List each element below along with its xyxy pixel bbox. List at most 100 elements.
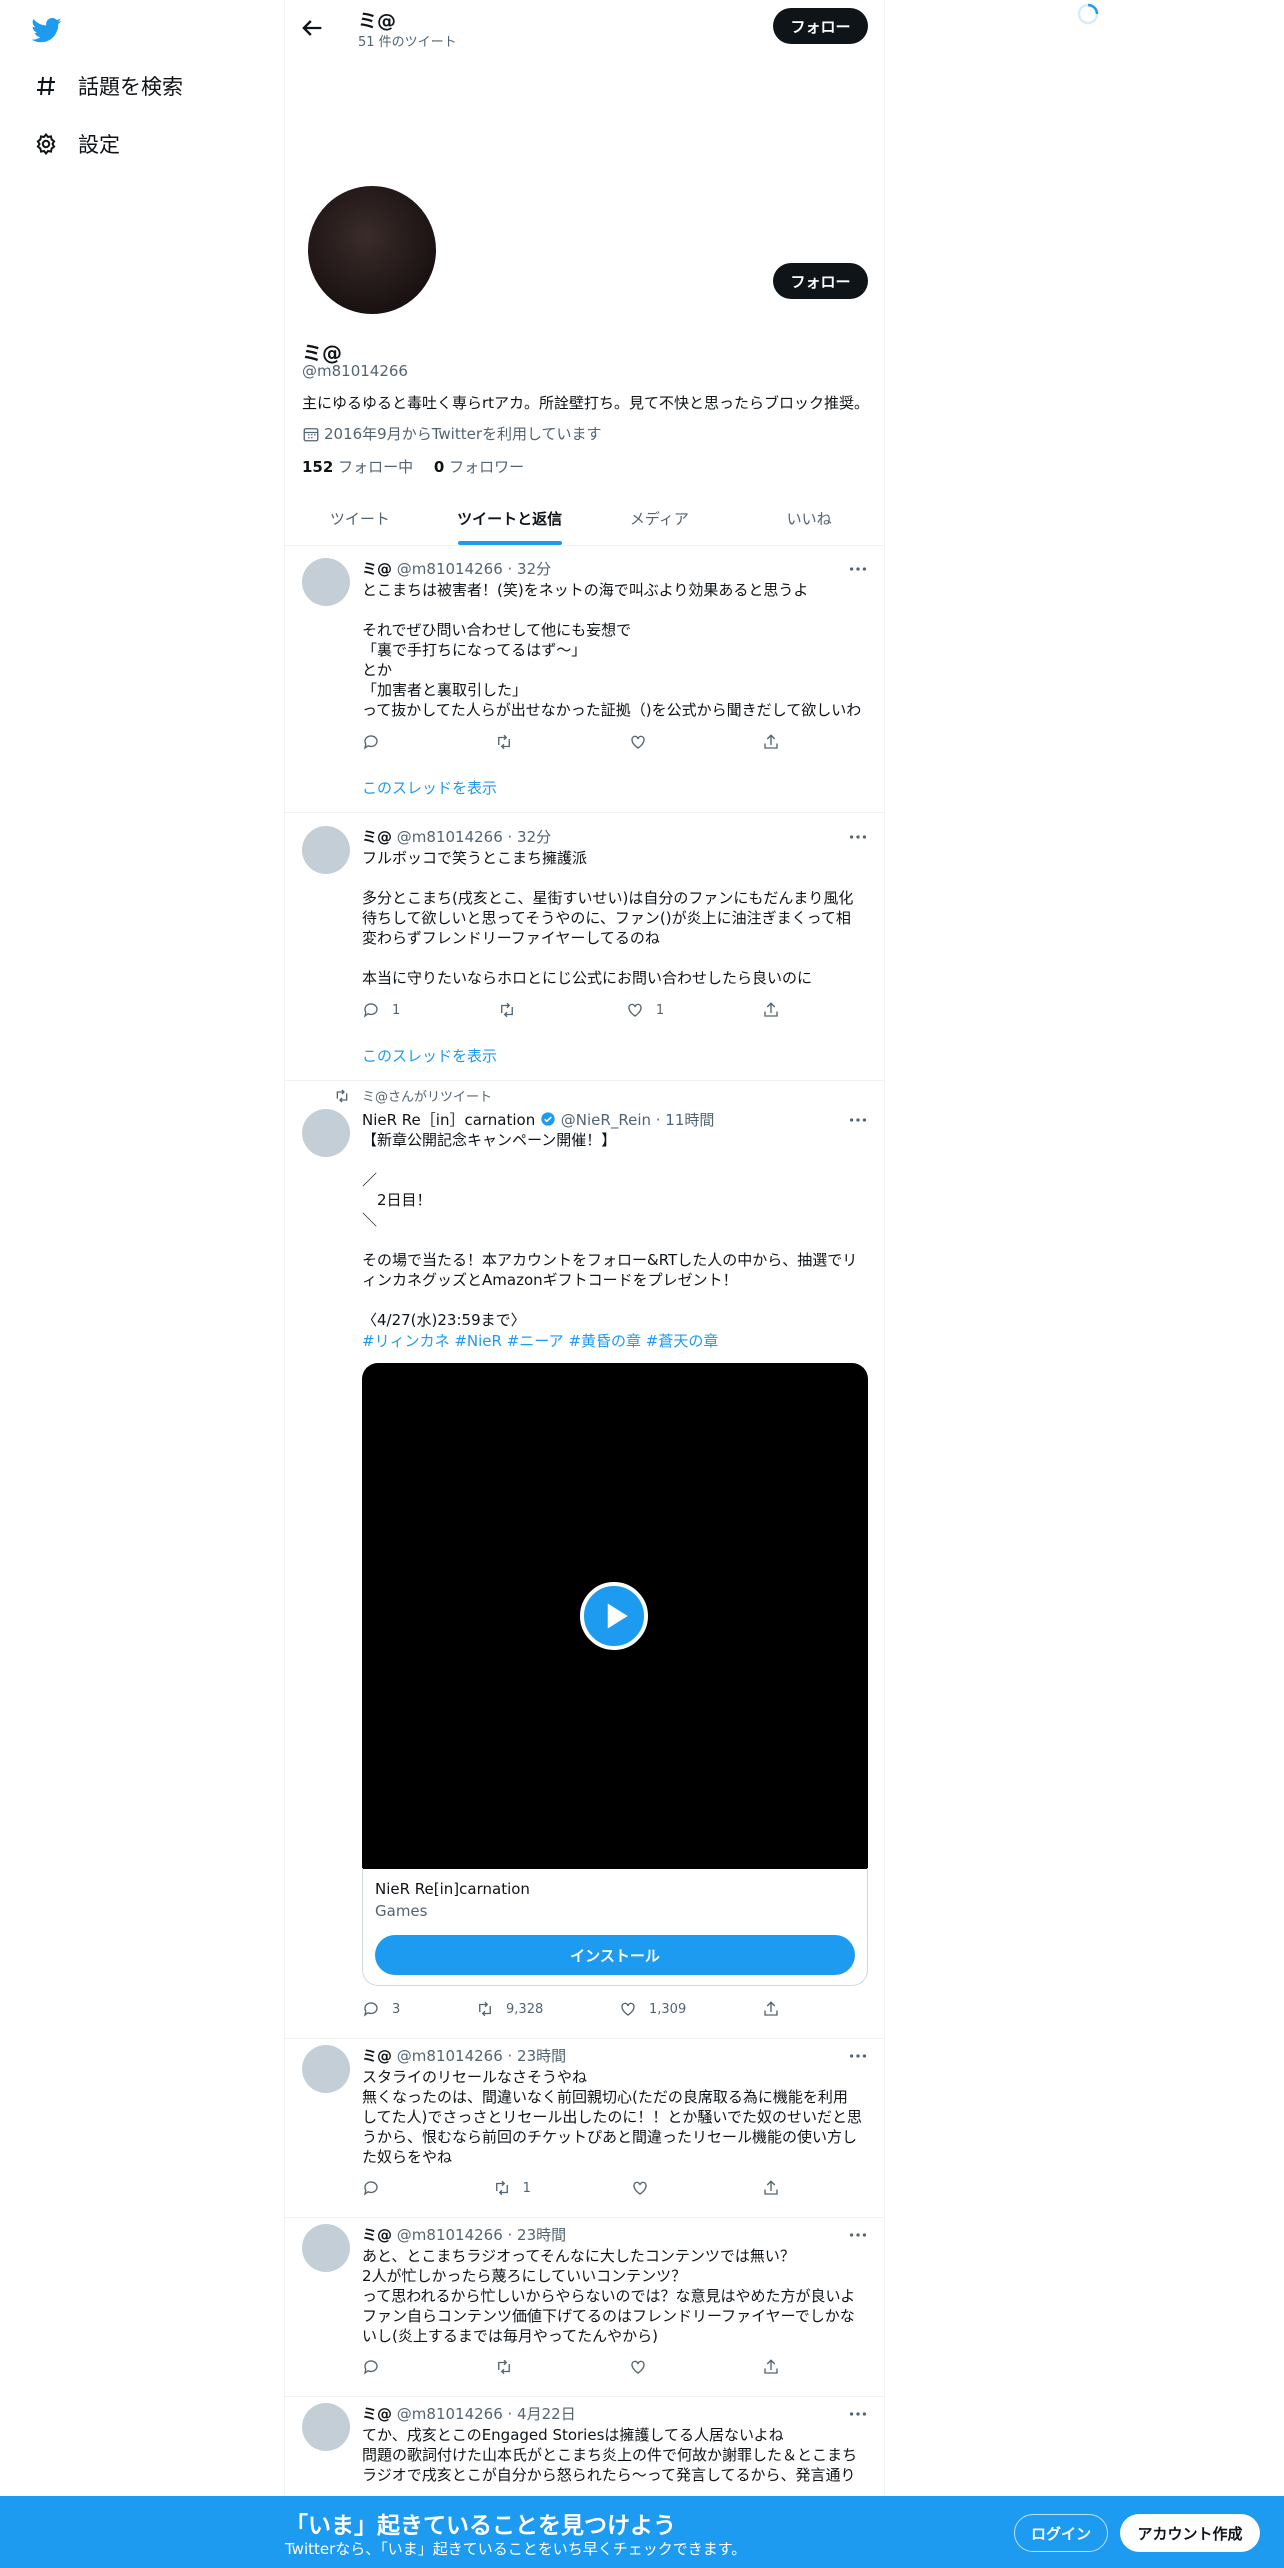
show-thread-link[interactable]: このスレッドを表示 (362, 1045, 497, 1066)
tweet-avatar[interactable] (302, 2403, 350, 2451)
tab-likes[interactable]: いいね (734, 492, 884, 545)
tweet-text: 【新章公開記念キャンペーン開催！】 ／ 2日目！ ＼ その場で当たる！本アカウン… (362, 1131, 858, 1329)
tweet-author[interactable]: ミ@ (362, 2226, 392, 2244)
retweet-icon (498, 734, 511, 750)
tweet-actions: 3 9,328 1,309 (362, 2000, 792, 2018)
retweet-button[interactable]: 1 (493, 2179, 531, 2197)
tweet-text: スタライのリセールなさそうやね 無くなったのは、間違いなく前回親切心(ただの良席… (362, 2068, 862, 2166)
reply-button[interactable]: 3 (362, 2000, 400, 2018)
retweet-icon (498, 2359, 511, 2375)
share-button[interactable] (762, 2179, 792, 2197)
tweet-meta[interactable]: @m81014266 · 32分 (397, 828, 551, 846)
tweet-actions: 1 (362, 2179, 792, 2197)
tweet-author[interactable]: ミ@ (362, 2405, 392, 2423)
followers-link[interactable]: 0 フォロワー (434, 458, 524, 476)
tab-tweets-and-replies[interactable]: ツイートと返信 (435, 492, 585, 545)
profile-tabs: ツイート ツイートと返信 メディア いいね (285, 492, 884, 546)
more-icon[interactable] (847, 2045, 869, 2067)
tweet-author[interactable]: ミ@ (362, 828, 392, 846)
share-button[interactable] (762, 1001, 792, 1019)
play-icon (607, 1603, 628, 1629)
reply-button[interactable]: 1 (362, 1001, 400, 1019)
tweet-avatar[interactable] (302, 558, 350, 606)
tweet-hashtags[interactable]: #リィンカネ #NieR #ニーア #黄昏の章 #蒼天の章 (362, 1330, 718, 1351)
retweet-button[interactable] (495, 733, 525, 751)
tweet-meta[interactable]: @m81014266 · 23時間 (397, 2226, 566, 2244)
verified-badge-icon (541, 1112, 555, 1126)
signup-button[interactable]: アカウント作成 (1120, 2514, 1260, 2552)
nav-explore[interactable]: 話題を検索 (34, 66, 183, 106)
profile-avatar[interactable] (304, 182, 440, 318)
share-button[interactable] (762, 2000, 792, 2018)
tweet-meta[interactable]: @m81014266 · 23時間 (397, 2047, 566, 2065)
retweeted-icon (336, 1089, 348, 1103)
more-icon[interactable] (847, 1109, 869, 1131)
reply-button[interactable] (362, 2179, 392, 2197)
retweet-icon (495, 2180, 508, 2196)
play-button[interactable] (580, 1582, 648, 1650)
reply-button[interactable] (362, 733, 392, 751)
share-button[interactable] (762, 733, 792, 751)
profile-joined-text: 2016年9月からTwitterを利用しています (324, 425, 602, 443)
login-button[interactable]: ログイン (1014, 2514, 1108, 2552)
tweet-avatar[interactable] (302, 826, 350, 874)
banner-subtitle: Twitterなら、「いま」起きていることをいち早くチェックできます。 (285, 2540, 747, 2558)
nav-settings[interactable]: 設定 (34, 124, 120, 164)
following-link[interactable]: 152 フォロー中 (302, 458, 413, 476)
header-follow-button[interactable]: フォロー (773, 8, 868, 44)
like-button[interactable] (629, 733, 659, 751)
tweet-header: ミ@ @m81014266 · 4月22日 (362, 2403, 576, 2424)
more-icon[interactable] (847, 2224, 869, 2246)
tweet-author[interactable]: NieR Re［in］carnation (362, 1111, 535, 1129)
share-button[interactable] (762, 2358, 792, 2376)
twitter-logo-icon[interactable] (30, 14, 64, 44)
profile-follow-button[interactable]: フォロー (773, 263, 868, 299)
header-tweet-count: 51 件のツイート (358, 35, 457, 50)
retweet-button[interactable]: 9,328 (476, 2000, 543, 2018)
back-arrow-icon[interactable] (298, 14, 326, 42)
tweet-header: ミ@ @m81014266 · 23時間 (362, 2045, 566, 2066)
following-label: フォロー中 (338, 458, 414, 476)
retweeted-by[interactable]: ミ@さんがリツイート (362, 1086, 492, 1105)
show-thread-link[interactable]: このスレッドを表示 (362, 777, 497, 798)
nav-explore-label: 話題を検索 (78, 75, 183, 99)
tweet-header: ミ@ @m81014266 · 32分 (362, 558, 551, 579)
followers-count: 0 (433, 458, 445, 476)
tab-tweets[interactable]: ツイート (285, 492, 435, 545)
tweet-actions (362, 733, 792, 751)
tweet-meta[interactable]: @m81014266 · 4月22日 (397, 2405, 576, 2423)
tweet-author[interactable]: ミ@ (362, 2047, 392, 2065)
like-button[interactable]: 1,309 (619, 2000, 686, 2018)
header-title: ミ@ (358, 10, 397, 32)
tweet-avatar[interactable] (302, 1109, 350, 1157)
profile-handle: @m81014266 (302, 362, 408, 380)
more-icon[interactable] (847, 558, 869, 580)
install-button[interactable]: インストール (375, 1935, 855, 1975)
more-icon[interactable] (847, 2403, 869, 2425)
reply-count: 1 (392, 1002, 401, 1018)
nav-settings-label: 設定 (78, 133, 120, 157)
tweet-author[interactable]: ミ@ (362, 560, 392, 578)
tweet-text: とこまちは被害者！(笑)をネットの海で叫ぶより効果あると思うよ それでぜひ問い合… (362, 581, 862, 719)
tweet-meta[interactable]: @m81014266 · 32分 (397, 560, 551, 578)
tweet-avatar[interactable] (302, 2045, 350, 2093)
share-icon (764, 734, 778, 749)
retweet-button[interactable] (495, 2358, 525, 2376)
heart-icon (630, 735, 645, 749)
retweet-button[interactable] (498, 1001, 528, 1019)
more-icon[interactable] (847, 826, 869, 848)
tab-media[interactable]: メディア (585, 492, 735, 545)
reply-icon (363, 2002, 378, 2017)
tweet-avatar[interactable] (302, 2224, 350, 2272)
heart-icon (630, 2360, 645, 2374)
tweet-meta[interactable]: @NieR_Rein · 11時間 (561, 1111, 715, 1129)
retweet-count: 9,328 (506, 2001, 544, 2017)
reply-button[interactable] (362, 2358, 392, 2376)
tweet-divider (285, 1080, 884, 1081)
like-button[interactable] (629, 2358, 659, 2376)
like-button[interactable] (631, 2179, 661, 2197)
profile-joined: 2016年9月からTwitterを利用しています (302, 423, 602, 444)
like-button[interactable]: 1 (626, 1001, 664, 1019)
tweet-divider (285, 2396, 884, 2397)
like-count: 1,309 (649, 2001, 687, 2017)
